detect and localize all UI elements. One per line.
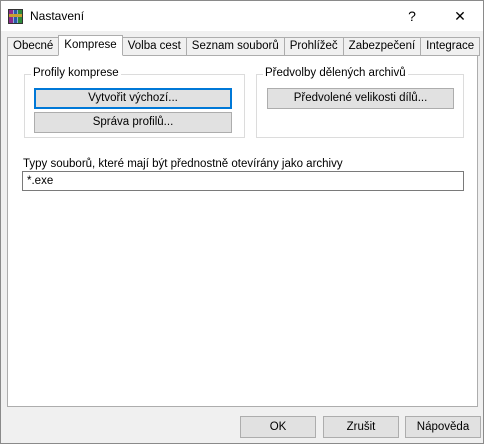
cancel-button[interactable]: Zrušit [323,416,399,438]
ok-button[interactable]: OK [240,416,316,438]
tab-viewer[interactable]: Prohlížeč [283,37,343,56]
tab-strip: Obecné Komprese Volba cest Seznam soubor… [7,35,481,56]
title-bar: Nastavení ? ✕ [1,1,483,31]
settings-dialog: Nastavení ? ✕ Obecné Komprese Volba cest… [0,0,484,444]
close-icon: ✕ [454,7,466,24]
compression-profiles-group: Profily komprese Vytvořit výchozí... Spr… [24,67,245,138]
tab-general[interactable]: Obecné [7,37,59,56]
manage-profiles-button[interactable]: Správa profilů... [34,112,232,133]
compression-tab-panel: Profily komprese Vytvořit výchozí... Spr… [7,55,478,407]
predefined-volume-sizes-button[interactable]: Předvolené velikosti dílů... [267,88,454,109]
tab-paths[interactable]: Volba cest [122,37,186,56]
tab-security[interactable]: Zabezpečení [342,37,421,56]
tab-file-list[interactable]: Seznam souborů [185,37,284,56]
help-button[interactable]: Nápověda [405,416,481,438]
help-title-button[interactable]: ? [389,1,435,31]
window-title: Nastavení [30,9,85,23]
split-archives-group: Předvolby dělených archivů Předvolené ve… [256,67,464,138]
create-default-button[interactable]: Vytvořit výchozí... [34,88,232,109]
compression-profiles-legend: Profily komprese [31,67,121,79]
question-mark-icon: ? [408,8,416,24]
split-archives-legend: Předvolby dělených archivů [263,67,408,79]
file-types-input[interactable]: *.exe [22,171,464,191]
winrar-app-icon [8,9,23,24]
file-types-label: Typy souborů, které mají být přednostně … [23,158,343,170]
tab-integration[interactable]: Integrace [420,37,481,56]
close-button[interactable]: ✕ [437,1,483,31]
tab-compression[interactable]: Komprese [58,35,123,56]
